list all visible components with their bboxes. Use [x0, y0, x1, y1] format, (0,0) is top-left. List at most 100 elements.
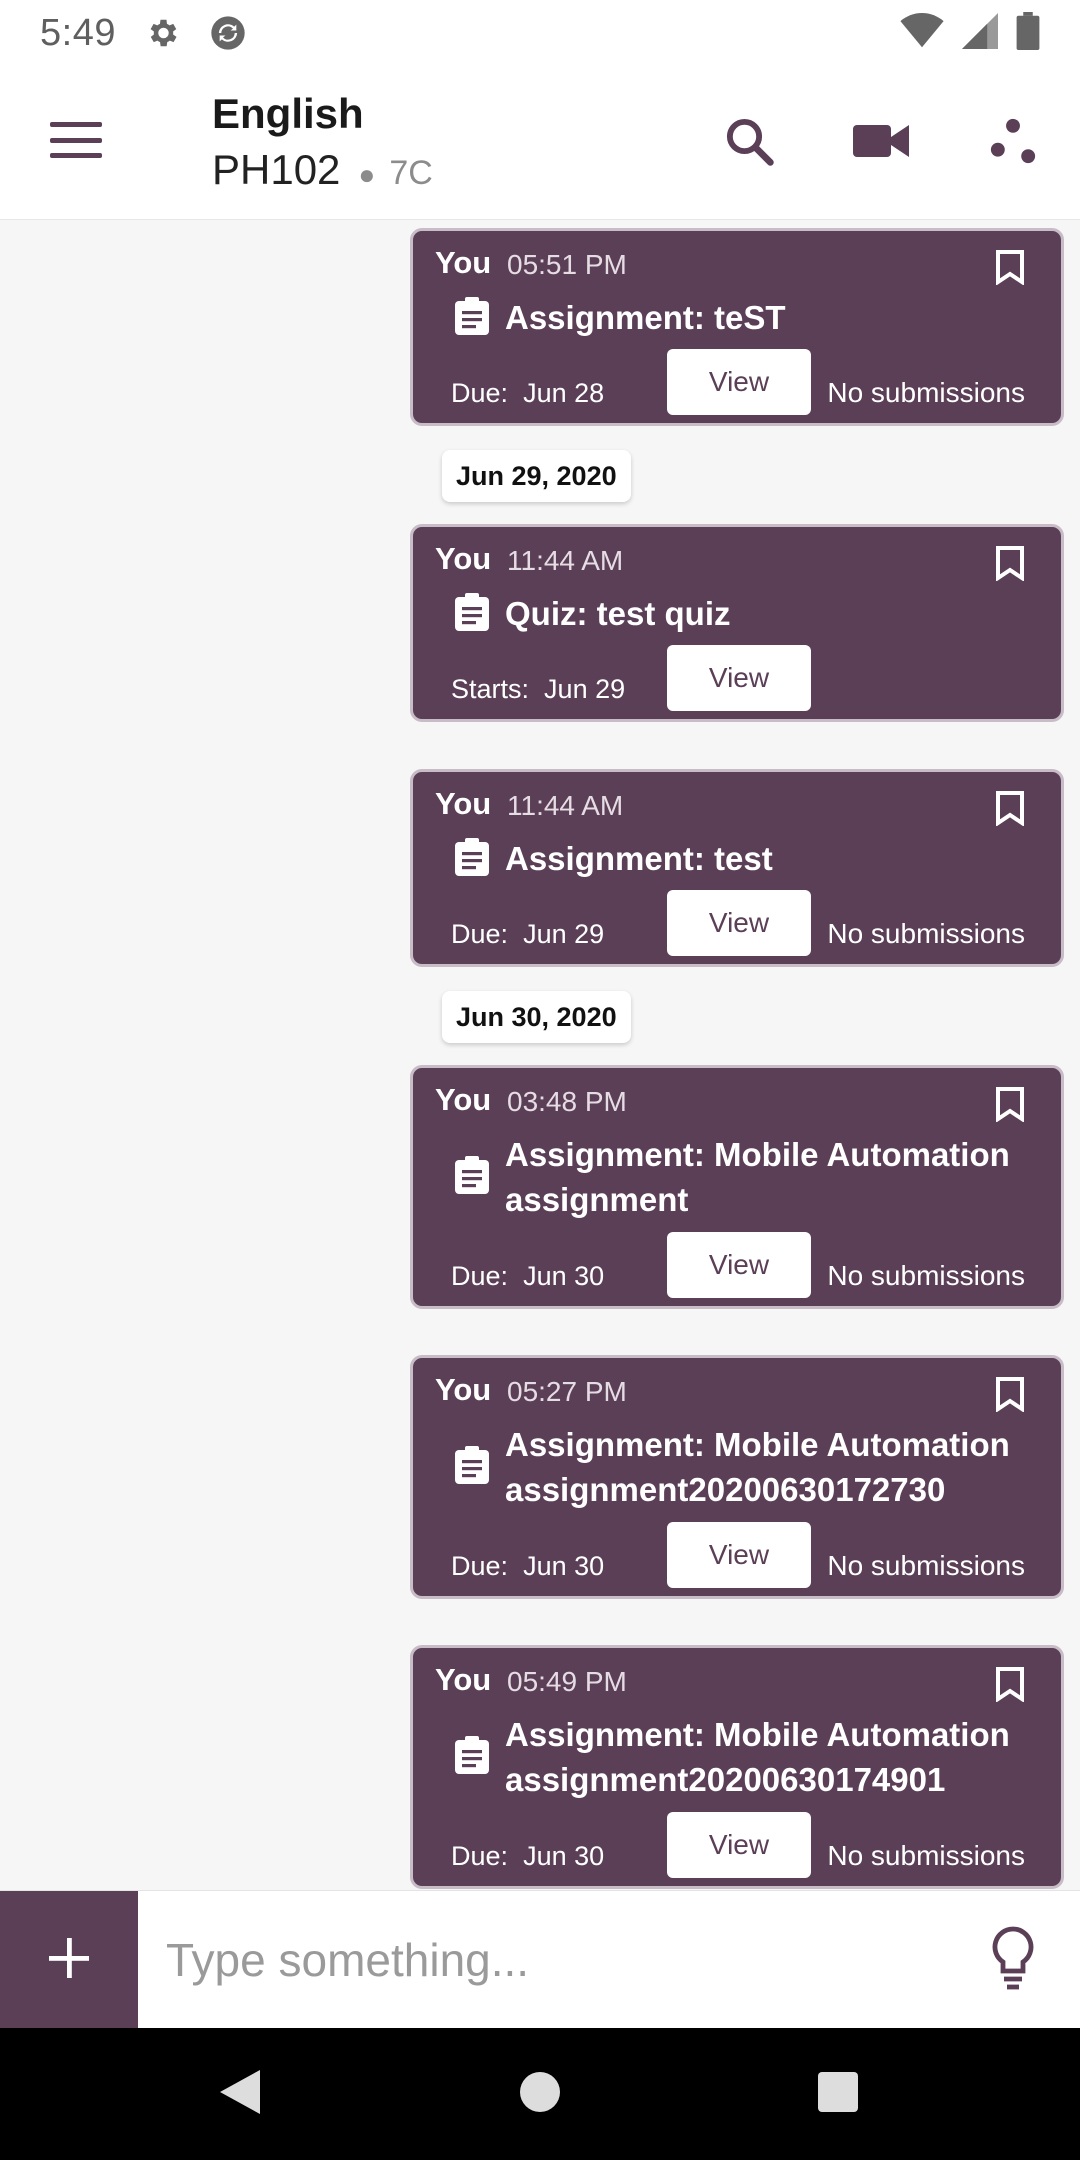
due-label: Due: [451, 1261, 509, 1291]
page-title: English [212, 90, 364, 137]
bookmark-icon[interactable] [995, 1666, 1025, 1707]
due-label: Due: [451, 1551, 509, 1581]
due-value: Jun 30 [523, 1261, 605, 1291]
settings-gear-icon [144, 15, 180, 51]
video-camera-icon [853, 121, 909, 166]
assignment-message-card: You 05:49 PM Assignment: Mobile Automati… [410, 1645, 1064, 1889]
submission-status: No submissions [827, 377, 1025, 408]
system-nav-bar [0, 2028, 1080, 2160]
sender-name: You [435, 786, 492, 821]
starts-label: Starts: [451, 674, 530, 704]
group-dots-icon [987, 115, 1039, 172]
submission-status: No submissions [827, 1840, 1025, 1871]
date-separator: Jun 30, 2020 [442, 991, 631, 1043]
due-label: Due: [451, 378, 509, 408]
menu-icon-line [50, 153, 102, 158]
status-time: 5:49 [40, 11, 116, 54]
search-icon [722, 114, 776, 173]
message-input[interactable] [166, 1927, 946, 1993]
starts-value: Jun 29 [544, 674, 626, 704]
video-call-button[interactable] [846, 108, 916, 178]
clipboard-icon [455, 1156, 489, 1199]
separator-dot: ● [358, 159, 376, 190]
home-button[interactable] [504, 2058, 576, 2130]
sync-icon [208, 13, 248, 53]
message-title: Assignment: Mobile Automation assignment [505, 1136, 1010, 1218]
clipboard-icon [455, 297, 489, 340]
due-label: Due: [451, 1841, 509, 1871]
due-value: Jun 28 [523, 378, 605, 408]
due-date: Due: Jun 30 [451, 1841, 604, 1872]
assignment-message-card: You 05:27 PM Assignment: Mobile Automati… [410, 1355, 1064, 1599]
due-date: Due: Jun 30 [451, 1551, 604, 1582]
bookmark-icon[interactable] [995, 1086, 1025, 1127]
clipboard-icon [455, 838, 489, 881]
sender-name: You [435, 541, 492, 576]
message-time: 05:27 PM [507, 1376, 627, 1407]
back-triangle-icon [218, 2068, 262, 2121]
message-title: Assignment: Mobile Automation assignment… [505, 1426, 1010, 1508]
message-time: 11:44 AM [507, 790, 624, 821]
message-title: Assignment: teST [505, 299, 786, 336]
due-value: Jun 30 [523, 1841, 605, 1871]
recents-button[interactable] [802, 2058, 874, 2130]
lightbulb-icon[interactable] [990, 1925, 1036, 1996]
back-button[interactable] [204, 2058, 276, 2130]
menu-icon-line [50, 137, 102, 143]
submission-status: No submissions [827, 1550, 1025, 1581]
clipboard-icon [455, 1446, 489, 1489]
message-title: Assignment: test [505, 840, 773, 877]
due-value: Jun 29 [523, 919, 605, 949]
plus-icon [47, 1936, 91, 1985]
bookmark-icon[interactable] [995, 545, 1025, 586]
submission-status: No submissions [827, 1260, 1025, 1291]
message-time: 03:48 PM [507, 1086, 627, 1117]
due-value: Jun 30 [523, 1551, 605, 1581]
course-code: PH102 [212, 146, 341, 193]
sender-name: You [435, 1082, 492, 1117]
search-button[interactable] [714, 108, 784, 178]
class-subtitle: PH102 ● 7C [212, 146, 433, 194]
recents-square-icon [817, 2071, 859, 2118]
class-header: English PH102 ● 7C [212, 90, 433, 194]
bookmark-icon[interactable] [995, 790, 1025, 831]
cell-signal-icon [962, 12, 998, 54]
due-date: Due: Jun 28 [451, 378, 604, 409]
bookmark-icon[interactable] [995, 249, 1025, 290]
clipboard-icon [455, 1736, 489, 1779]
due-date: Due: Jun 30 [451, 1261, 604, 1292]
message-title: Quiz: test quiz [505, 595, 731, 632]
assignment-message-card: You 03:48 PM Assignment: Mobile Automati… [410, 1065, 1064, 1309]
view-button[interactable]: View [667, 1522, 811, 1588]
view-button[interactable]: View [667, 645, 811, 711]
message-time: 05:49 PM [507, 1666, 627, 1697]
share-button[interactable] [978, 108, 1048, 178]
submission-status: No submissions [827, 918, 1025, 949]
message-composer [0, 1890, 1080, 2029]
clipboard-icon [455, 593, 489, 636]
view-button[interactable]: View [667, 349, 811, 415]
due-label: Due: [451, 919, 509, 949]
view-button[interactable]: View [667, 1232, 811, 1298]
menu-button[interactable] [48, 116, 104, 164]
bookmark-icon[interactable] [995, 1376, 1025, 1417]
quiz-message-card: You 11:44 AM Quiz: test quiz Starts: Jun… [410, 524, 1064, 722]
assignment-message-card: You 11:44 AM Assignment: test Due: Jun 2… [410, 769, 1064, 967]
menu-icon-line [50, 122, 102, 127]
message-list[interactable]: You 05:51 PM Assignment: teST Due: Jun 2… [0, 220, 1080, 1890]
message-title: Assignment: Mobile Automation assignment… [505, 1716, 1010, 1798]
battery-icon [1016, 11, 1040, 55]
date-separator: Jun 29, 2020 [442, 450, 631, 502]
message-time: 05:51 PM [507, 249, 627, 280]
sender-name: You [435, 1372, 492, 1407]
message-time: 11:44 AM [507, 545, 624, 576]
sender-name: You [435, 245, 492, 280]
add-attachment-button[interactable] [0, 1891, 138, 2029]
status-bar: 5:49 [0, 0, 1080, 66]
assignment-message-card: You 05:51 PM Assignment: teST Due: Jun 2… [410, 228, 1064, 426]
start-date: Starts: Jun 29 [451, 674, 625, 705]
wifi-icon [900, 12, 944, 54]
view-button[interactable]: View [667, 890, 811, 956]
view-button[interactable]: View [667, 1812, 811, 1878]
home-circle-icon [518, 2070, 562, 2119]
